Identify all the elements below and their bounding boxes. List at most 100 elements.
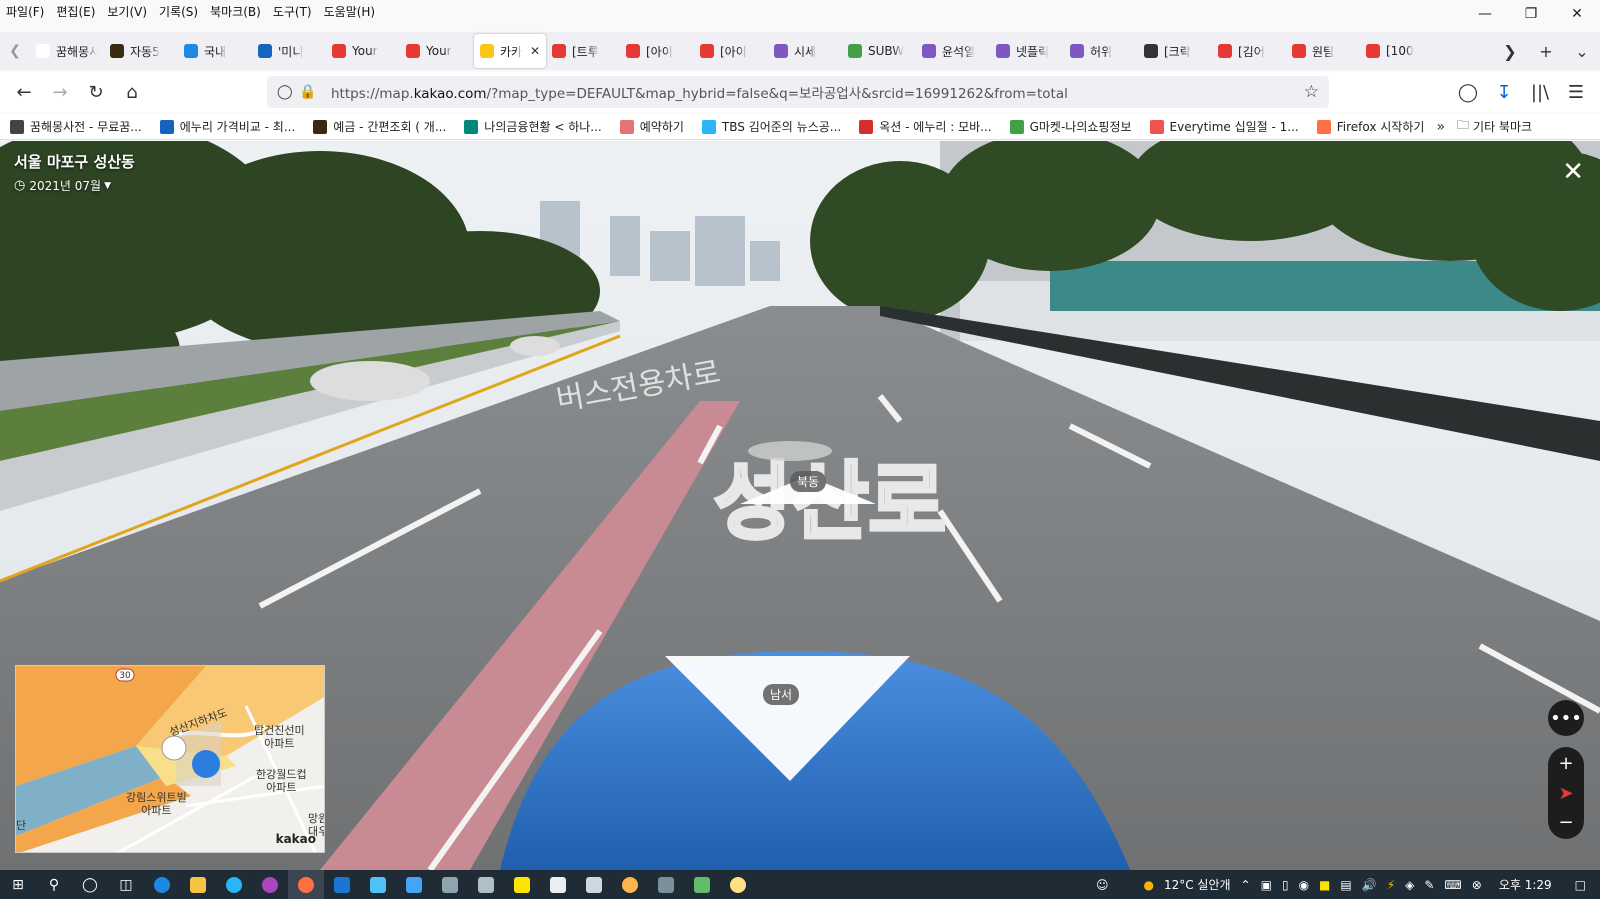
tray-app-icon[interactable]: ◈ <box>1405 878 1414 892</box>
download-icon[interactable]: ↧ <box>1486 76 1522 108</box>
app-menu-icon[interactable]: ☰ <box>1558 76 1594 108</box>
tab[interactable]: Your <box>326 34 400 68</box>
lock-icon[interactable]: 🔒 <box>299 84 321 100</box>
people-icon[interactable]: ☺ <box>1096 878 1109 892</box>
document-app-icon[interactable] <box>540 870 576 899</box>
bookmark-item[interactable]: 예금 - 간편조회 ( 개... <box>313 118 446 135</box>
weather-text[interactable]: 12°C 실안개 <box>1164 876 1231 893</box>
forward-direction-label[interactable]: 북동 <box>790 471 827 492</box>
keyboard-icon[interactable]: ⌨ <box>1444 878 1461 892</box>
clock-text[interactable]: 오후 1:29 <box>1499 876 1552 893</box>
start-icon[interactable]: ⊞ <box>0 870 36 899</box>
url-text[interactable]: https://map.kakao.com/?map_type=DEFAULT&… <box>331 82 1068 102</box>
menu-item[interactable]: 기록(S) <box>153 3 204 20</box>
library-icon[interactable]: ||\ <box>1522 76 1558 108</box>
tab[interactable]: SUBW <box>842 34 916 68</box>
menu-item[interactable]: 도구(T) <box>267 3 318 20</box>
menu-item[interactable]: 보기(V) <box>101 3 153 20</box>
image-app-icon[interactable] <box>684 870 720 899</box>
bookmarks-overflow-icon[interactable]: » <box>1436 119 1445 135</box>
new-tab-button[interactable]: + <box>1528 34 1564 68</box>
notes-app-icon[interactable] <box>576 870 612 899</box>
zoom-out-icon[interactable]: − <box>1558 812 1573 833</box>
volume-icon[interactable]: 🔊 <box>1362 878 1377 892</box>
zoom-in-icon[interactable]: + <box>1558 753 1573 774</box>
tab[interactable]: [아이 <box>620 34 694 68</box>
bookmark-item[interactable]: G마켓-나의쇼핑정보 <box>1009 118 1132 135</box>
tab[interactable]: 허위 <box>1064 34 1138 68</box>
bookmark-item[interactable]: 나의금융현황 < 하나... <box>464 118 602 135</box>
monitor-app-icon[interactable] <box>396 870 432 899</box>
tab[interactable]: [크락 <box>1138 34 1212 68</box>
tab[interactable]: [김어 <box>1212 34 1286 68</box>
menu-item[interactable]: 북마크(B) <box>204 3 267 20</box>
menu-item[interactable]: 파일(F) <box>0 3 50 20</box>
mail-app-icon[interactable] <box>324 870 360 899</box>
tabs-scroll-right-icon[interactable]: ❯ <box>1492 34 1528 68</box>
back-icon[interactable]: ← <box>6 76 42 108</box>
other-bookmarks-folder[interactable]: 🗀 기타 북마크 <box>1457 116 1532 137</box>
search-icon[interactable]: ⚲ <box>36 870 72 899</box>
tab[interactable]: [100 <box>1360 34 1434 68</box>
character-app-icon[interactable] <box>720 870 756 899</box>
tab[interactable]: 원팀 <box>1286 34 1360 68</box>
notification-icon[interactable]: □ <box>1575 878 1586 892</box>
tray-close-icon[interactable]: ⊗ <box>1472 878 1482 892</box>
weather-app-icon[interactable] <box>612 870 648 899</box>
power-icon[interactable]: ⚡ <box>1387 878 1395 892</box>
tab[interactable]: 시세 <box>768 34 842 68</box>
cortana-icon[interactable]: ◯ <box>72 870 108 899</box>
tray-app-icon[interactable]: ▣ <box>1261 878 1272 892</box>
tracking-shield-icon[interactable]: ◯ <box>277 84 299 100</box>
network-icon[interactable]: ▤ <box>1340 878 1351 892</box>
bookmark-item[interactable]: 옥션 - 에누리 : 모바... <box>859 118 992 135</box>
restore-button[interactable]: ❐ <box>1508 0 1554 28</box>
reload-icon[interactable]: ↻ <box>78 76 114 108</box>
flame-app-icon[interactable] <box>252 870 288 899</box>
tray-app-icon[interactable]: ◉ <box>1299 878 1309 892</box>
tray-expand-icon[interactable]: ⌃ <box>1241 878 1251 892</box>
pen-icon[interactable]: ✎ <box>1424 878 1434 892</box>
compass-icon[interactable]: ➤ <box>1558 783 1573 804</box>
app-icon[interactable] <box>360 870 396 899</box>
bookmark-item[interactable]: 에누리 가격비교 - 최... <box>159 118 295 135</box>
close-roadview-icon[interactable]: ✕ <box>1562 159 1584 185</box>
home-icon[interactable]: ⌂ <box>114 76 150 108</box>
roadview-viewport[interactable]: 성산로 버스전용차로 서울 마포구 성산동 ◷ 2021년 07월 ▼ ✕ 북동… <box>0 141 1600 870</box>
bookmark-item[interactable]: 꿈해몽사전 - 무료꿈... <box>10 118 142 135</box>
close-tab-icon[interactable]: ✕ <box>530 44 540 58</box>
weather-icon[interactable]: ● <box>1143 878 1153 892</box>
list-all-tabs-icon[interactable]: ⌄ <box>1564 34 1600 68</box>
menu-item[interactable]: 편집(E) <box>50 3 101 20</box>
kakaotalk-tray-icon[interactable]: ■ <box>1319 878 1330 892</box>
tab[interactable]: [트루 <box>546 34 620 68</box>
minimap-canvas[interactable] <box>16 666 325 853</box>
tab[interactable]: 넷플릭 <box>990 34 1064 68</box>
network-app-icon[interactable] <box>432 870 468 899</box>
firefox-app-icon[interactable] <box>288 870 324 899</box>
bookmark-star-icon[interactable]: ☆ <box>1304 82 1319 102</box>
tab[interactable]: [아이 <box>694 34 768 68</box>
tab[interactable]: '미니 <box>252 34 326 68</box>
bookmark-item[interactable]: Firefox 시작하기 <box>1316 118 1424 135</box>
tab[interactable]: 윤석열 <box>916 34 990 68</box>
bookmark-item[interactable]: 예약하기 <box>619 118 684 135</box>
edge-app-icon[interactable] <box>144 870 180 899</box>
forward-icon[interactable]: → <box>42 76 78 108</box>
bookmark-item[interactable]: TBS 김어준의 뉴스공... <box>701 118 841 135</box>
keyboard-app-icon[interactable] <box>468 870 504 899</box>
ie-app-icon[interactable] <box>216 870 252 899</box>
more-options-icon[interactable]: ••• <box>1548 700 1584 736</box>
kakaotalk-app-icon[interactable] <box>504 870 540 899</box>
calculator-app-icon[interactable] <box>648 870 684 899</box>
tab[interactable]: 자동5 <box>104 34 178 68</box>
minimize-button[interactable]: — <box>1462 0 1508 28</box>
file-explorer-icon[interactable] <box>180 870 216 899</box>
task-view-icon[interactable]: ◫ <box>108 870 144 899</box>
tabs-scroll-left-icon[interactable]: ❮ <box>0 34 30 68</box>
minimap[interactable]: 30 성산지하차도 탑건진선미 아파트 한강월드컵 아파트 강림스위트빌 아파트… <box>15 665 325 853</box>
tab[interactable]: 국내 <box>178 34 252 68</box>
back-direction-label[interactable]: 남서 <box>763 684 800 705</box>
tab[interactable]: 꿈해몽사전 <box>30 34 104 68</box>
url-bar[interactable]: ◯ 🔒 https://map.kakao.com/?map_type=DEFA… <box>267 76 1329 108</box>
